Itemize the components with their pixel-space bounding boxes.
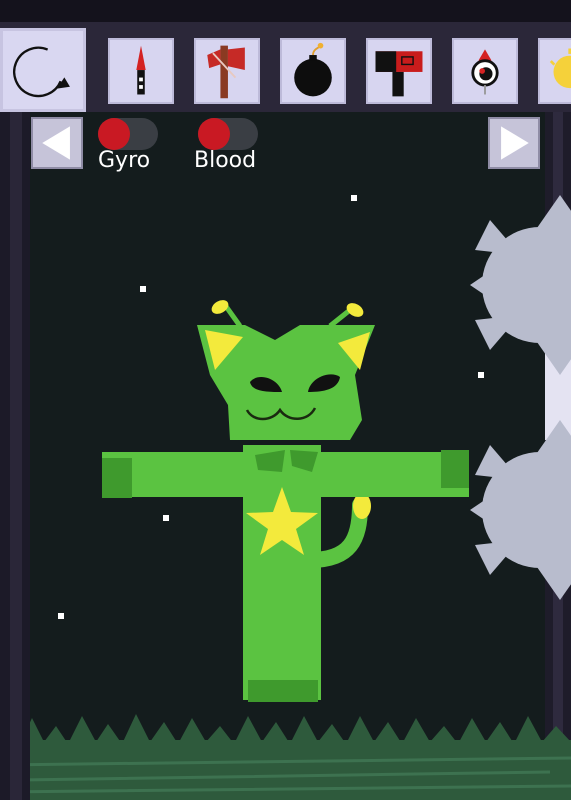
gyro-label: Gyro — [98, 148, 151, 173]
grass-ground — [0, 714, 571, 800]
item-slot-axe[interactable] — [194, 38, 260, 104]
item-toolbar — [0, 0, 571, 112]
toggle-knob — [198, 118, 230, 150]
star-dot — [140, 286, 146, 292]
item-slot-sun[interactable] — [538, 38, 571, 104]
knife-icon — [136, 45, 146, 95]
game-stage: Gyro Blood — [0, 0, 571, 800]
prev-page-button[interactable] — [31, 117, 83, 169]
arrow-right-icon — [501, 126, 529, 160]
reset-icon — [13, 46, 70, 98]
green-cat-character[interactable] — [102, 297, 469, 702]
item-slot-hammer[interactable] — [366, 38, 432, 104]
next-page-button[interactable] — [488, 117, 540, 169]
spike-ball[interactable] — [470, 195, 571, 375]
hammer-icon — [375, 51, 423, 97]
gyro-toggle[interactable] — [98, 118, 158, 150]
spike-ball[interactable] — [470, 420, 571, 600]
item-slot-eye[interactable] — [452, 38, 518, 104]
star-dot — [58, 613, 64, 619]
blood-label: Blood — [194, 148, 257, 173]
sun-icon — [549, 48, 571, 89]
reset-button[interactable] — [0, 28, 86, 112]
blood-toggle[interactable] — [198, 118, 258, 150]
bomb-icon — [294, 42, 332, 97]
axe-icon — [207, 45, 245, 99]
arrow-left-icon — [42, 126, 70, 160]
eye-icon — [471, 49, 499, 95]
item-slot-knife[interactable] — [108, 38, 174, 104]
star-dot — [351, 195, 357, 201]
game-scene — [0, 110, 571, 800]
left-frame — [0, 110, 30, 800]
star-dot — [478, 372, 484, 378]
item-slot-bomb[interactable] — [280, 38, 346, 104]
toggle-knob — [98, 118, 130, 150]
star-dot — [163, 515, 169, 521]
